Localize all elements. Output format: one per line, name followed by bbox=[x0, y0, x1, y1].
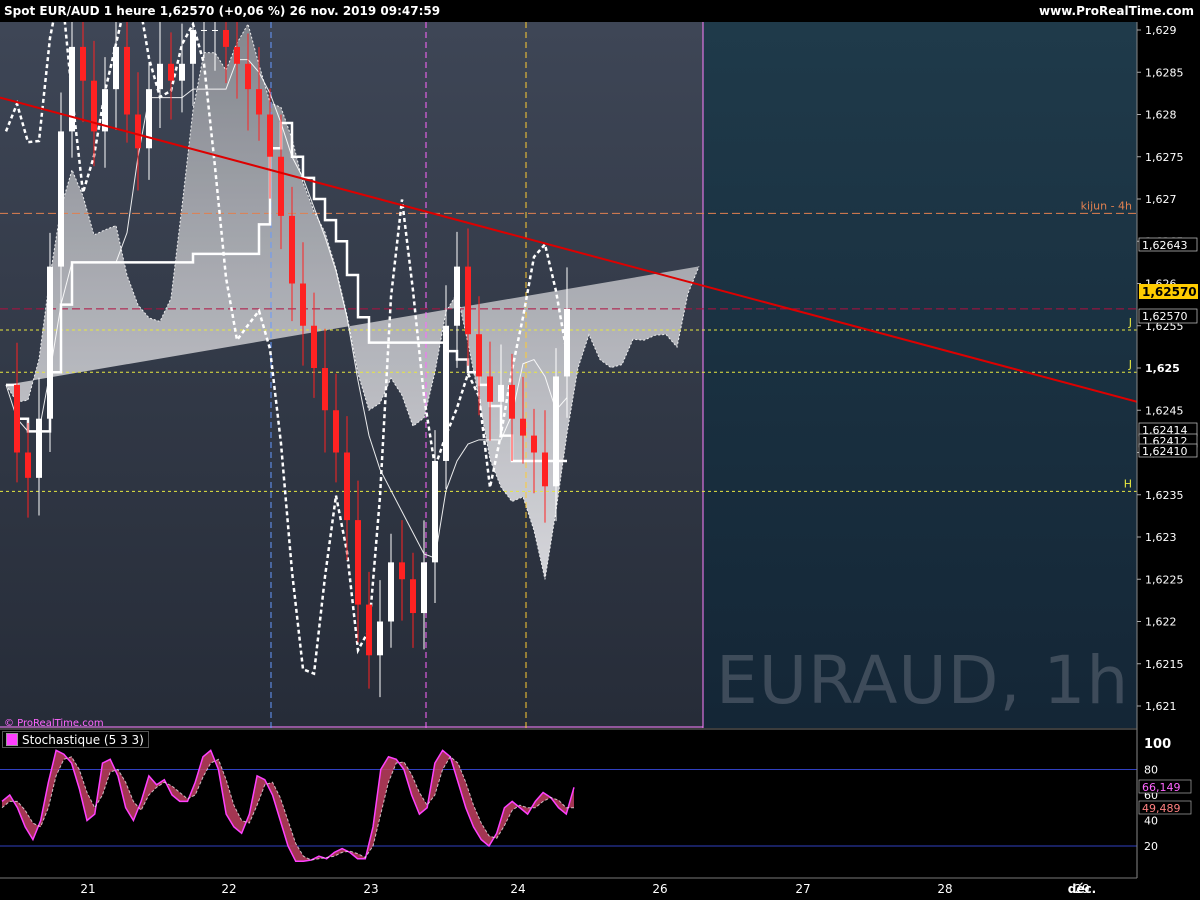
candle-body-41 bbox=[454, 266, 460, 326]
y-tick-label-15: 1,6215 bbox=[1145, 658, 1184, 671]
candle-body-43 bbox=[476, 334, 482, 377]
level-label-0: kijun - 4h bbox=[1081, 199, 1132, 212]
stoch-swatch-icon bbox=[6, 733, 18, 746]
candle-body-49 bbox=[542, 452, 548, 487]
y-tick-label-14: 1,622 bbox=[1145, 616, 1177, 629]
y-tick-label-2: 1,628 bbox=[1145, 109, 1177, 122]
level-label-1: J bbox=[1128, 316, 1132, 329]
axis-badge-label-0: 1,62643 bbox=[1142, 239, 1188, 252]
candle-body-29 bbox=[322, 368, 328, 411]
axis-badge-label-3: 1,62410 bbox=[1142, 445, 1188, 458]
stoch-tick-label-3: 40 bbox=[1144, 815, 1158, 828]
x-tick-label-5: 27 bbox=[795, 882, 810, 896]
candle-body-27 bbox=[300, 283, 306, 326]
candle-body-39 bbox=[432, 460, 438, 563]
price-chart[interactable]: kijun - 4h J J H 1,629 1,6285 1,628 1,6275 1,62… bbox=[0, 0, 1200, 900]
y-tick-label-9: 1,6245 bbox=[1145, 404, 1184, 417]
candle-body-21 bbox=[234, 46, 240, 64]
stoch-tick-label-4: 20 bbox=[1144, 840, 1158, 853]
candle-body-19 bbox=[212, 30, 218, 31]
y-tick-label-16: 1,621 bbox=[1145, 700, 1177, 713]
stoch-tick-label-0: 100 bbox=[1144, 737, 1171, 752]
y-tick-label-11: 1,6235 bbox=[1145, 489, 1184, 502]
candle-body-42 bbox=[465, 266, 471, 335]
candle-body-40 bbox=[443, 325, 449, 461]
candle-body-3 bbox=[36, 418, 42, 478]
candle-body-38 bbox=[421, 562, 427, 614]
level-label-3: H bbox=[1124, 477, 1132, 490]
candle-body-34 bbox=[377, 621, 383, 656]
candle-body-23 bbox=[256, 89, 262, 115]
candle-body-35 bbox=[388, 562, 394, 622]
candle-body-12 bbox=[135, 114, 141, 149]
candle-body-2 bbox=[25, 452, 31, 478]
candle-body-16 bbox=[179, 63, 185, 81]
y-tick-label-8: 1,625 bbox=[1145, 362, 1180, 375]
candle-body-36 bbox=[399, 562, 405, 580]
candle-body-24 bbox=[267, 114, 273, 157]
future-background bbox=[703, 22, 1137, 728]
candle-body-1 bbox=[14, 384, 20, 453]
last-price-marker-label: 1,62570 bbox=[1142, 310, 1188, 323]
copyright: © ProRealTime.com bbox=[4, 718, 104, 729]
x-tick-label-8: déc. bbox=[1068, 882, 1096, 896]
candle-body-7 bbox=[80, 46, 86, 81]
y-tick-label-3: 1,6275 bbox=[1145, 151, 1184, 164]
last-price-label: 1,62570 bbox=[1142, 285, 1197, 299]
candle-body-11 bbox=[124, 46, 130, 115]
candle-body-6 bbox=[69, 46, 75, 132]
candle-body-13 bbox=[146, 89, 152, 149]
candle-body-17 bbox=[190, 30, 196, 64]
candle-body-28 bbox=[311, 325, 317, 368]
candle-body-51 bbox=[564, 308, 570, 377]
candle-body-22 bbox=[245, 63, 251, 90]
candle-body-46 bbox=[509, 384, 515, 419]
x-tick-label-4: 26 bbox=[652, 882, 667, 896]
x-tick-label-6: 28 bbox=[937, 882, 952, 896]
candle-body-10 bbox=[113, 46, 119, 90]
candle-body-15 bbox=[168, 63, 174, 81]
stoch-tick-label-1: 80 bbox=[1144, 764, 1158, 777]
stoch-d-value: 49,489 bbox=[1142, 802, 1181, 815]
candle-body-44 bbox=[487, 376, 493, 402]
candle-body-30 bbox=[333, 410, 339, 453]
candle-body-5 bbox=[58, 131, 64, 267]
y-tick-label-0: 1,629 bbox=[1145, 24, 1177, 37]
candle-body-25 bbox=[278, 156, 284, 216]
x-tick-label-3: 24 bbox=[510, 882, 525, 896]
candle-body-33 bbox=[366, 604, 372, 656]
watermark: EURAUD, 1h bbox=[716, 642, 1130, 719]
candle-body-47 bbox=[520, 418, 526, 436]
stoch-legend: Stochastique (5 3 3) bbox=[2, 731, 149, 748]
candle-body-31 bbox=[344, 452, 350, 521]
candle-body-20 bbox=[223, 30, 229, 47]
stoch-k-value: 66,149 bbox=[1142, 781, 1181, 794]
y-tick-label-4: 1,627 bbox=[1145, 193, 1177, 206]
candle-body-37 bbox=[410, 579, 416, 614]
candle-body-48 bbox=[531, 435, 537, 453]
x-tick-label-0: 21 bbox=[80, 882, 95, 896]
candle-body-32 bbox=[355, 520, 361, 605]
candle-body-45 bbox=[498, 384, 504, 402]
candle-body-26 bbox=[289, 215, 295, 284]
candle-body-18 bbox=[201, 30, 207, 31]
candle-body-4 bbox=[47, 266, 53, 419]
y-tick-label-12: 1,623 bbox=[1145, 531, 1177, 544]
x-tick-label-2: 23 bbox=[363, 882, 378, 896]
x-tick-label-1: 22 bbox=[221, 882, 236, 896]
y-tick-label-1: 1,6285 bbox=[1145, 66, 1184, 79]
stoch-legend-label: Stochastique (5 3 3) bbox=[22, 732, 144, 747]
candle-body-50 bbox=[553, 376, 559, 487]
candle-body-14 bbox=[157, 63, 163, 90]
y-tick-label-13: 1,6225 bbox=[1145, 573, 1184, 586]
level-label-2: J bbox=[1128, 358, 1132, 371]
